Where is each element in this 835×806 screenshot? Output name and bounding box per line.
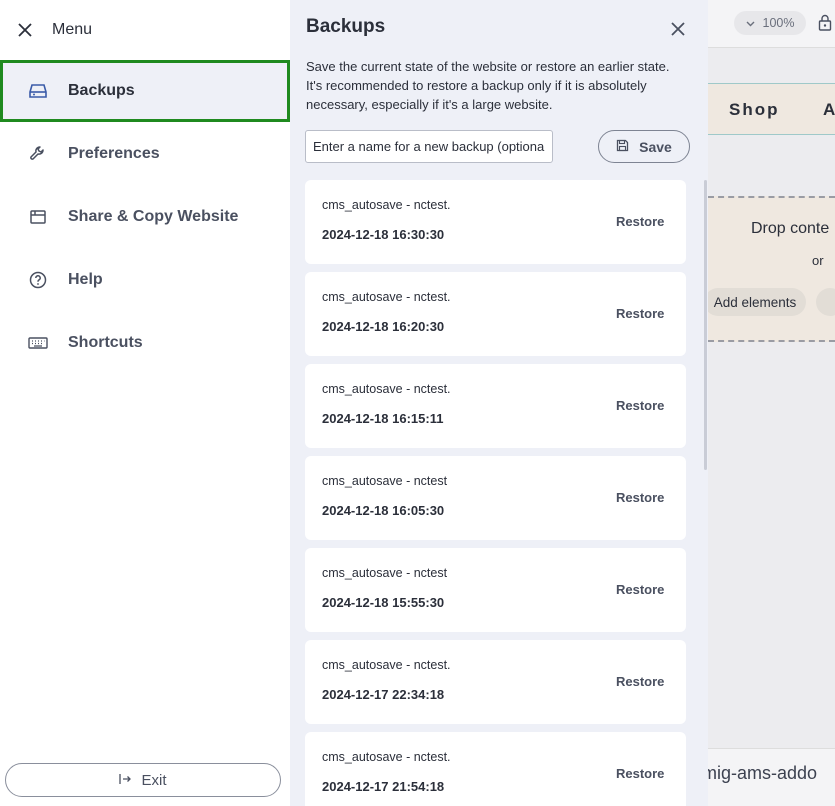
menu-item-label: Share & Copy Website (68, 208, 239, 225)
menu-item-label: Preferences (68, 145, 160, 162)
backup-date: 2024-12-18 16:20:30 (322, 319, 445, 334)
chevron-down-icon (746, 16, 755, 30)
menu-item-shortcuts[interactable]: Shortcuts (0, 312, 290, 374)
save-label: Save (639, 138, 672, 155)
exit-label: Exit (141, 771, 167, 789)
footer-text: mig-ams-addo (708, 763, 818, 783)
restore-button[interactable]: Restore (616, 490, 664, 505)
panel-description: Save the current state of the website or… (306, 59, 670, 112)
or-text: or (812, 253, 824, 268)
backup-card: cms_autosave - nctest. 2024-12-18 16:30:… (305, 180, 686, 264)
backup-name: cms_autosave - nctest. (322, 382, 451, 396)
exit-button[interactable]: Exit (5, 763, 281, 797)
restore-button[interactable]: Restore (616, 766, 664, 781)
restore-button[interactable]: Restore (616, 214, 664, 229)
restore-button[interactable]: Restore (616, 582, 664, 597)
menu-item-share-copy-website[interactable]: Share & Copy Website (0, 186, 290, 248)
close-menu-icon[interactable] (14, 19, 36, 41)
backup-card: cms_autosave - nctest. 2024-12-17 22:34:… (305, 640, 686, 724)
browser-window-icon (28, 207, 48, 227)
floppy-disk-icon (616, 139, 629, 155)
restore-button[interactable]: Restore (616, 398, 664, 413)
backup-card: cms_autosave - nctest. 2024-12-18 16:15:… (305, 364, 686, 448)
backup-card: cms_autosave - nctest. 2024-12-18 16:20:… (305, 272, 686, 356)
zoom-control[interactable]: 100% (734, 11, 806, 35)
menu-title: Menu (52, 21, 93, 38)
backup-card: cms_autosave - nctest 2024-12-18 16:05:3… (305, 456, 686, 540)
menu-header: Menu (14, 16, 92, 44)
backup-card: cms_autosave - nctest 2024-12-18 15:55:3… (305, 548, 686, 632)
paste-button[interactable] (816, 288, 835, 316)
drop-content-text: Drop conte (751, 220, 830, 237)
main-menu: Menu Backups Preferences Share & Copy We… (0, 0, 290, 806)
hard-drive-icon (28, 81, 48, 101)
panel-title: Backups (306, 16, 386, 37)
menu-item-label: Help (68, 271, 103, 288)
site-navigation: Shop A (708, 83, 835, 135)
editor-topbar: 100% (708, 0, 835, 48)
restore-button[interactable]: Restore (616, 306, 664, 321)
website-preview: 100% Shop A Drop conte or Add elements m… (708, 0, 835, 806)
backup-date: 2024-12-18 16:15:11 (322, 411, 444, 426)
backup-name-input[interactable] (305, 130, 553, 163)
backup-name: cms_autosave - nctest. (322, 290, 451, 304)
site-footer: mig-ams-addo (708, 748, 835, 806)
menu-item-backups[interactable]: Backups (0, 60, 290, 122)
nav-link-shop[interactable]: Shop (729, 100, 780, 120)
help-circle-icon (28, 270, 48, 290)
zoom-level: 100% (762, 16, 795, 30)
wrench-icon (28, 144, 48, 164)
backup-name: cms_autosave - nctest. (322, 198, 451, 212)
backups-panel: Backups Save the current state of the we… (290, 0, 708, 806)
backup-date: 2024-12-17 21:54:18 (322, 779, 445, 794)
backup-name: cms_autosave - nctest (322, 474, 448, 488)
backup-date: 2024-12-18 16:05:30 (322, 503, 445, 518)
save-button[interactable]: Save (598, 130, 690, 163)
backup-date: 2024-12-17 22:34:18 (322, 687, 445, 702)
panel-scrollbar[interactable] (704, 180, 707, 470)
menu-item-preferences[interactable]: Preferences (0, 123, 290, 185)
backup-card: cms_autosave - nctest. 2024-12-17 21:54:… (305, 732, 686, 806)
lock-icon[interactable] (818, 14, 832, 36)
exit-icon (119, 772, 132, 789)
menu-item-help[interactable]: Help (0, 249, 290, 311)
add-elements-button[interactable]: Add elements (708, 288, 806, 316)
keyboard-icon (28, 333, 48, 353)
backup-name: cms_autosave - nctest (322, 566, 448, 580)
close-panel-icon[interactable] (667, 18, 689, 40)
restore-button[interactable]: Restore (616, 674, 664, 689)
menu-item-label: Backups (68, 82, 135, 99)
backup-name: cms_autosave - nctest. (322, 750, 451, 764)
menu-item-label: Shortcuts (68, 334, 143, 351)
drop-zone[interactable]: Drop conte or Add elements (708, 196, 835, 342)
backup-name: cms_autosave - nctest. (322, 658, 451, 672)
backup-date: 2024-12-18 15:55:30 (322, 595, 445, 610)
nav-link-partial[interactable]: A (823, 100, 835, 120)
backup-date: 2024-12-18 16:30:30 (322, 227, 445, 242)
